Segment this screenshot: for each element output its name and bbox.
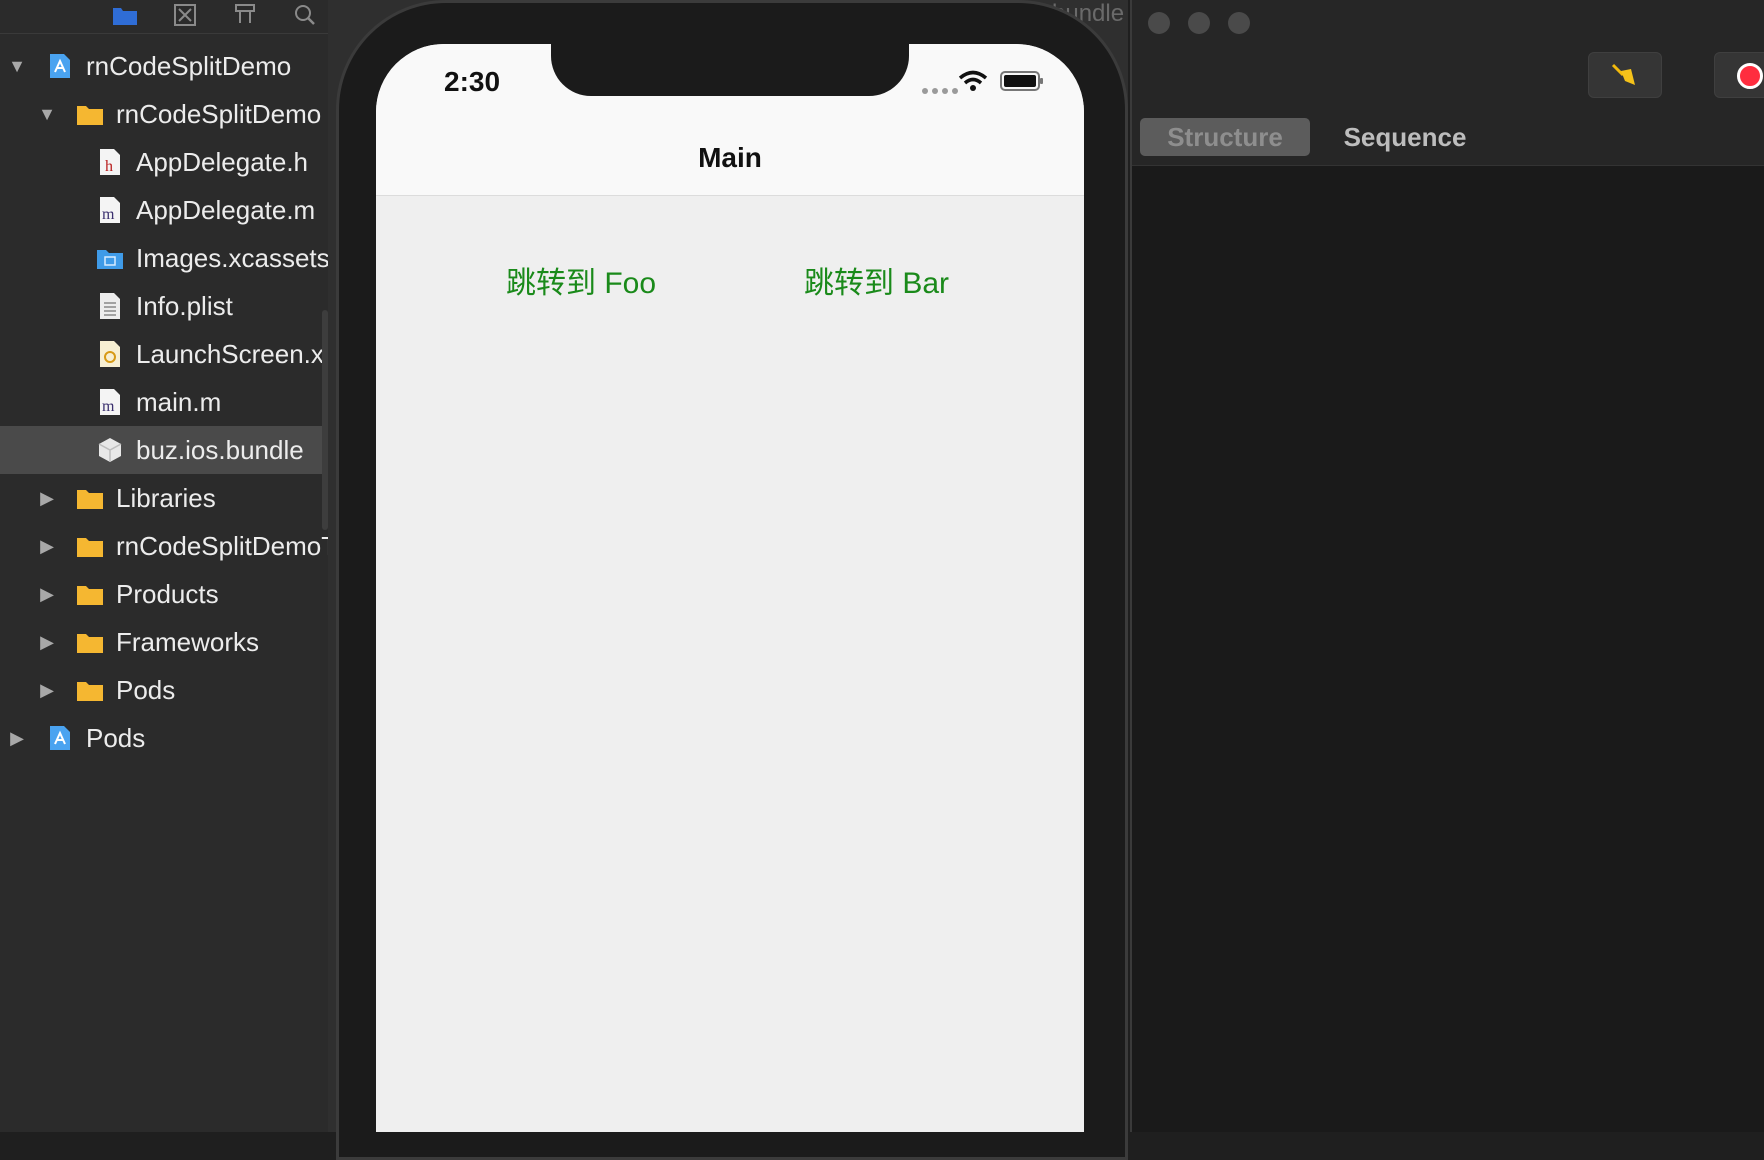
tree-item-label: buz.ios.bundle xyxy=(136,434,304,465)
tree-item-launchscreen[interactable]: LaunchScreen.xib xyxy=(0,330,340,378)
tree-item-pods-project[interactable]: ▶ Pods xyxy=(0,714,340,762)
disclosure-expanded-icon[interactable]: ▼ xyxy=(36,103,58,125)
inspector-window: Structure Sequence xyxy=(1130,0,1764,1132)
tree-item-buz-ios-bundle[interactable]: buz.ios.bundle xyxy=(0,426,340,474)
svg-text:h: h xyxy=(105,158,113,175)
tree-item-label: Info.plist xyxy=(136,290,233,321)
header-file-icon: h xyxy=(96,148,124,176)
folder-icon xyxy=(76,676,104,704)
tree-item-project-rncodesplitdemo[interactable]: ▼ rnCodeSplitDemo xyxy=(0,42,340,90)
record-button[interactable] xyxy=(1714,52,1764,98)
battery-icon xyxy=(1000,71,1043,91)
window-close-button[interactable] xyxy=(1148,12,1170,34)
clear-button[interactable] xyxy=(1588,52,1662,98)
tree-item-label: AppDelegate.m xyxy=(136,194,316,225)
go-to-bar-button[interactable]: 跳转到 Bar xyxy=(804,258,949,302)
navigation-bar: 2:30 Main xyxy=(376,44,1084,196)
tree-item-images-xcassets[interactable]: Images.xcassets xyxy=(0,234,340,282)
objc-file-icon: m xyxy=(96,388,124,416)
folder-icon xyxy=(76,628,104,656)
folder-icon xyxy=(76,532,104,560)
disclosure-collapsed-icon[interactable]: ▶ xyxy=(36,679,58,701)
folder-icon xyxy=(76,100,104,128)
search-icon[interactable] xyxy=(292,3,318,27)
window-zoom-button[interactable] xyxy=(1228,12,1250,34)
tree-item-label: main.m xyxy=(136,386,222,417)
plist-file-icon xyxy=(96,292,124,320)
navigator-toolbar xyxy=(0,0,376,34)
tree-item-products[interactable]: ▶ Products xyxy=(0,570,340,618)
disclosure-collapsed-icon[interactable]: ▶ xyxy=(36,583,58,605)
record-icon xyxy=(1737,63,1763,89)
svg-text:m: m xyxy=(102,398,115,415)
objc-file-icon: m xyxy=(96,196,124,224)
tree-item-label: Images.xcassets xyxy=(136,242,330,273)
tab-structure[interactable]: Structure xyxy=(1140,118,1310,156)
cellular-signal-icon xyxy=(922,88,958,94)
tree-item-label: rnCodeSplitDemo xyxy=(116,98,322,129)
tab-sequence[interactable]: Sequence xyxy=(1310,118,1500,156)
project-navigator: ▼ rnCodeSplitDemo ▼ rnCodeSplitDemo h Ap… xyxy=(0,0,376,1132)
wifi-icon xyxy=(958,70,988,91)
device-notch xyxy=(551,44,909,96)
tree-item-label: Libraries xyxy=(116,482,216,513)
go-to-foo-button[interactable]: 跳转到 Foo xyxy=(506,258,656,302)
tree-item-label: rnCodeSplitDemoTests xyxy=(116,530,340,561)
source-control-icon[interactable] xyxy=(172,3,198,27)
tree-item-main-m[interactable]: m main.m xyxy=(0,378,340,426)
tree-item-label: Pods xyxy=(86,722,146,753)
nav-title: Main xyxy=(698,142,762,173)
broom-icon xyxy=(1611,63,1635,85)
tree-item-appdelegate-m[interactable]: m AppDelegate.m xyxy=(0,186,340,234)
xcode-project-icon xyxy=(46,724,74,752)
asset-catalog-icon xyxy=(96,244,124,272)
folder-icon[interactable] xyxy=(112,3,138,27)
disclosure-collapsed-icon[interactable]: ▶ xyxy=(36,535,58,557)
simulator-screen: 2:30 Main 跳转到 Foo 跳转到 Bar xyxy=(376,44,1084,1132)
tree-item-frameworks[interactable]: ▶ Frameworks xyxy=(0,618,340,666)
tree-item-label: LaunchScreen.xib xyxy=(136,338,340,369)
inspector-toolbar: Structure Sequence xyxy=(1132,0,1764,166)
xcode-project-icon xyxy=(46,52,74,80)
tree-item-label: rnCodeSplitDemo xyxy=(86,50,292,81)
hierarchy-icon[interactable] xyxy=(232,3,258,27)
tree-item-appdelegate-h[interactable]: h AppDelegate.h xyxy=(0,138,340,186)
tree-item-rncodesplitdemotests[interactable]: ▶ rnCodeSplitDemoTests xyxy=(0,522,340,570)
tree-item-libraries[interactable]: ▶ Libraries xyxy=(0,474,340,522)
disclosure-expanded-icon[interactable]: ▼ xyxy=(6,55,28,77)
tree-item-group-rncodesplitdemo[interactable]: ▼ rnCodeSplitDemo xyxy=(0,90,340,138)
status-bar-time: 2:30 xyxy=(444,66,501,97)
tree-item-label: Frameworks xyxy=(116,626,260,657)
folder-icon xyxy=(76,580,104,608)
svg-text:m: m xyxy=(102,206,115,223)
tree-item-info-plist[interactable]: Info.plist xyxy=(0,282,340,330)
bundle-icon xyxy=(96,436,124,464)
tree-item-pods-group[interactable]: ▶ Pods xyxy=(0,666,340,714)
disclosure-collapsed-icon[interactable]: ▶ xyxy=(6,727,28,749)
folder-icon xyxy=(76,484,104,512)
tree-item-label: AppDelegate.h xyxy=(136,146,309,177)
tree-item-label: Pods xyxy=(116,674,176,705)
xib-file-icon xyxy=(96,340,124,368)
disclosure-collapsed-icon[interactable]: ▶ xyxy=(36,631,58,653)
window-minimize-button[interactable] xyxy=(1188,12,1210,34)
file-tree: ▼ rnCodeSplitDemo ▼ rnCodeSplitDemo h Ap… xyxy=(0,42,340,762)
tree-item-label: Products xyxy=(116,578,219,609)
disclosure-collapsed-icon[interactable]: ▶ xyxy=(36,487,58,509)
